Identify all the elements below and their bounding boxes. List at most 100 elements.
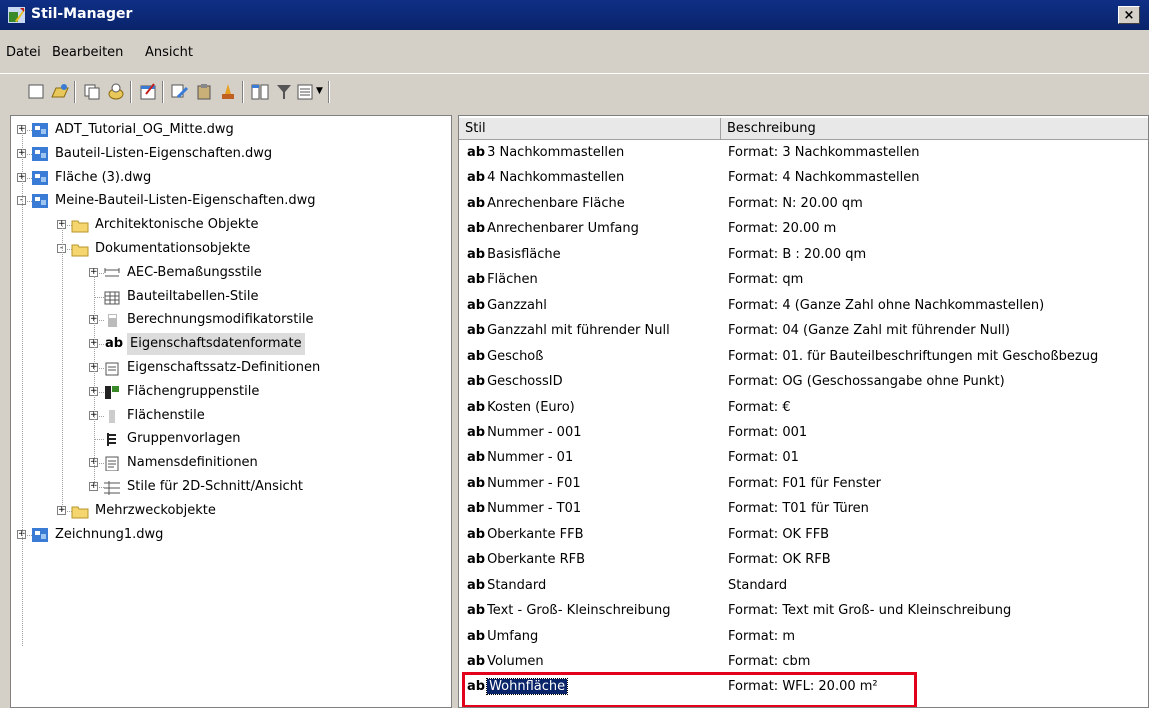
list-row[interactable]: ab GeschossID Format: OG (Geschossangabe o… xyxy=(459,370,1148,395)
list-row[interactable]: ab Basisfläche Format: B : 20.00 qm xyxy=(459,243,1148,268)
list-row[interactable]: ab Standard Standard xyxy=(459,574,1148,599)
tree-node[interactable]: + Bauteil-Listen-Eigenschaften.dwg xyxy=(11,143,451,165)
list-row[interactable]: ab Anrechenbarer Umfang Format: 20.00 m xyxy=(459,217,1148,242)
copy-icon[interactable] xyxy=(82,82,102,102)
tree-node[interactable]: + Flächenstile xyxy=(11,405,451,427)
tree-label[interactable]: Zeichnung1.dwg xyxy=(55,524,163,546)
list-row[interactable]: ab 4 Nachkommastellen Format: 4 Nachkommas… xyxy=(459,166,1148,191)
style-name[interactable]: Nummer - T01 xyxy=(487,501,581,516)
tree-label[interactable]: AEC-Bemaßungsstile xyxy=(127,262,262,284)
tree-label[interactable]: Dokumentationsobjekte xyxy=(95,238,250,260)
compare-icon[interactable] xyxy=(250,82,270,102)
tree-label[interactable]: Berechnungsmodifikatorstile xyxy=(127,309,314,331)
tree-label[interactable]: Bauteiltabellen-Stile xyxy=(127,286,258,308)
style-name[interactable]: Kosten (Euro) xyxy=(487,400,575,415)
style-name-cell: ab GeschossID xyxy=(467,374,563,389)
style-name[interactable]: 4 Nachkommastellen xyxy=(487,170,624,185)
tree-node[interactable]: + Mehrzweckobjekte xyxy=(11,500,451,522)
open-icon[interactable] xyxy=(50,82,70,102)
tree-label[interactable]: Eigenschaftssatz-Definitionen xyxy=(127,357,320,379)
tree-node[interactable]: + Stile für 2D-Schnitt/Ansicht xyxy=(11,476,451,498)
tree-node[interactable]: - Meine-Bauteil-Listen-Eigenschaften.dwg xyxy=(11,190,451,212)
style-name[interactable]: Volumen xyxy=(487,654,544,669)
tree-label[interactable]: Meine-Bauteil-Listen-Eigenschaften.dwg xyxy=(55,190,315,212)
view-icon[interactable] xyxy=(296,82,316,102)
filter-icon[interactable] xyxy=(274,82,294,102)
style-name[interactable]: Text - Groß- Kleinschreibung xyxy=(487,603,670,618)
style-name[interactable]: GeschossID xyxy=(487,374,563,389)
menu-ansicht[interactable]: Ansicht xyxy=(145,45,193,60)
style-name[interactable]: Umfang xyxy=(487,629,538,644)
style-name[interactable]: Standard xyxy=(487,578,546,593)
list-row[interactable]: ab Flächen Format: qm xyxy=(459,268,1148,293)
list-row[interactable]: ab Nummer - 001 Format: 001 xyxy=(459,421,1148,446)
tree-node[interactable]: Bauteiltabellen-Stile xyxy=(11,286,451,308)
tree-label[interactable]: Stile für 2D-Schnitt/Ansicht xyxy=(127,476,303,498)
style-description: Format: Text mit Groß- und Kleinschreibu… xyxy=(728,603,1012,619)
tree-node[interactable]: + Eigenschaftssatz-Definitionen xyxy=(11,357,451,379)
tree-node[interactable]: + ab Eigenschaftsdatenformate xyxy=(11,333,451,356)
style-name[interactable]: Oberkante FFB xyxy=(487,527,583,542)
tree-label[interactable]: Bauteil-Listen-Eigenschaften.dwg xyxy=(55,143,272,165)
menu-datei[interactable]: Datei xyxy=(6,45,41,60)
clean-icon[interactable] xyxy=(218,82,238,102)
tree-node[interactable]: + Namensdefinitionen xyxy=(11,452,451,474)
style-name[interactable]: Ganzzahl xyxy=(487,298,547,313)
tree-node[interactable]: + Fläche (3).dwg xyxy=(11,167,451,189)
list-row[interactable]: ab Anrechenbare Fläche Format: N: 20.00 qm xyxy=(459,192,1148,217)
tree-label[interactable]: Architektonische Objekte xyxy=(95,214,258,236)
tree-label[interactable]: Flächengruppenstile xyxy=(127,381,259,403)
style-name[interactable]: 3 Nachkommastellen xyxy=(487,145,624,160)
tree-label[interactable]: Eigenschaftsdatenformate xyxy=(127,333,305,356)
style-name[interactable]: Basisfläche xyxy=(487,247,561,262)
tree-label[interactable]: Gruppenvorlagen xyxy=(127,428,240,450)
list-row[interactable]: ab Oberkante FFB Format: OK FFB xyxy=(459,523,1148,548)
view-dropdown-arrow-icon[interactable]: ▼ xyxy=(316,86,323,96)
style-name[interactable]: Anrechenbarer Umfang xyxy=(487,221,639,236)
tree-node[interactable]: Gruppenvorlagen xyxy=(11,428,451,450)
list-row[interactable]: ab Kosten (Euro) Format: € xyxy=(459,396,1148,421)
close-button[interactable]: × xyxy=(1118,6,1140,24)
tree-label[interactable]: Flächenstile xyxy=(127,405,205,427)
new-icon[interactable] xyxy=(26,82,46,102)
tree-label[interactable]: ADT_Tutorial_OG_Mitte.dwg xyxy=(55,119,234,141)
style-list[interactable]: Stil Beschreibung ab 3 Nachkommastellen Fo… xyxy=(458,115,1149,708)
list-row[interactable]: ab Nummer - T01 Format: T01 für Türen xyxy=(459,497,1148,522)
tree-node[interactable]: - Dokumentationsobjekte xyxy=(11,238,451,260)
properties-icon[interactable] xyxy=(138,82,158,102)
list-row[interactable]: ab Ganzzahl mit führender Null Format: 04 … xyxy=(459,319,1148,344)
tree-label[interactable]: Namensdefinitionen xyxy=(127,452,258,474)
tree-node[interactable]: + Zeichnung1.dwg xyxy=(11,524,451,546)
tree-node[interactable]: + Berechnungsmodifikatorstile xyxy=(11,309,451,331)
menu-bearbeiten[interactable]: Bearbeiten xyxy=(52,45,123,60)
edit-icon[interactable] xyxy=(170,82,190,102)
list-row[interactable]: ab Ganzzahl Format: 4 (Ganze Zahl ohne Nac… xyxy=(459,294,1148,319)
tree-node[interactable]: + Flächengruppenstile xyxy=(11,381,451,403)
list-row[interactable]: ab Oberkante RFB Format: OK RFB xyxy=(459,548,1148,573)
style-name[interactable]: Anrechenbare Fläche xyxy=(487,196,625,211)
style-name[interactable]: Nummer - F01 xyxy=(487,476,581,491)
list-row[interactable]: ab 3 Nachkommastellen Format: 3 Nachkommas… xyxy=(459,141,1148,166)
purge-icon[interactable] xyxy=(106,82,126,102)
list-row[interactable]: ab Nummer - 01 Format: 01 xyxy=(459,446,1148,471)
tree-node[interactable]: + AEC-Bemaßungsstile xyxy=(11,262,451,284)
style-name[interactable]: Ganzzahl mit führender Null xyxy=(487,323,670,338)
list-row[interactable]: ab Umfang Format: m xyxy=(459,625,1148,650)
style-name[interactable]: Nummer - 01 xyxy=(487,450,573,465)
style-name[interactable]: Nummer - 001 xyxy=(487,425,581,440)
tree-pane[interactable]: + ADT_Tutorial_OG_Mitte.dwg + Bauteil-Liste… xyxy=(10,115,452,708)
column-header-beschreibung[interactable]: Beschreibung xyxy=(721,118,1148,140)
column-header-stil[interactable]: Stil xyxy=(459,118,721,140)
list-row[interactable]: ab Geschoß Format: 01. für Bauteilbeschrif… xyxy=(459,345,1148,370)
style-name[interactable]: Flächen xyxy=(487,272,538,287)
tree-label[interactable]: Fläche (3).dwg xyxy=(55,167,151,189)
style-description: Format: OG (Geschossangabe ohne Punkt) xyxy=(728,374,1005,390)
list-row[interactable]: ab Text - Groß- Kleinschreibung Format: Te… xyxy=(459,599,1148,624)
paste-icon[interactable] xyxy=(194,82,214,102)
tree-node[interactable]: + Architektonische Objekte xyxy=(11,214,451,236)
tree-label[interactable]: Mehrzweckobjekte xyxy=(95,500,216,522)
list-row[interactable]: ab Nummer - F01 Format: F01 für Fenster xyxy=(459,472,1148,497)
style-name[interactable]: Oberkante RFB xyxy=(487,552,585,567)
style-name[interactable]: Geschoß xyxy=(487,349,543,364)
tree-node[interactable]: + ADT_Tutorial_OG_Mitte.dwg xyxy=(11,119,451,141)
